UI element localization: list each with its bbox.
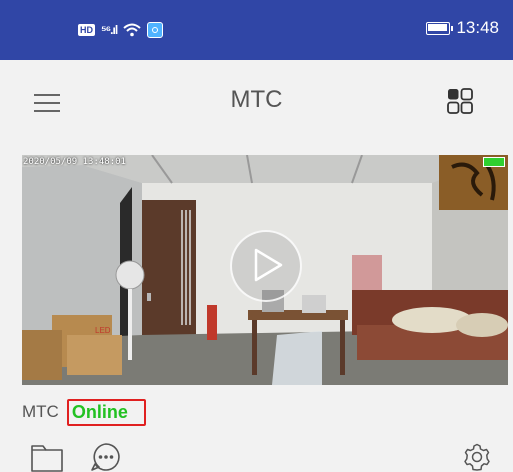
play-icon xyxy=(254,248,283,282)
wifi-icon xyxy=(123,23,141,37)
device-info-row: MTC Online xyxy=(22,398,146,426)
hd-icon: HD xyxy=(78,24,95,36)
settings-icon[interactable] xyxy=(463,443,491,471)
status-left: HD ⁵⁶.ıl xyxy=(78,22,164,38)
play-button[interactable] xyxy=(230,230,302,302)
signal-strength-icon xyxy=(483,157,505,167)
app-notification-icon xyxy=(147,22,164,38)
folder-icon[interactable] xyxy=(30,444,64,472)
camera-preview[interactable]: LED 2020/05/09 13:48:01 xyxy=(22,155,508,385)
battery-icon xyxy=(426,21,454,35)
status-highlight-box: Online xyxy=(66,398,146,426)
status-right: 13:48 xyxy=(426,18,499,38)
box-label: LED xyxy=(95,326,111,335)
clock: 13:48 xyxy=(456,18,499,37)
grid-view-icon[interactable] xyxy=(447,88,473,114)
app-bar: MTC xyxy=(0,60,513,142)
device-actions xyxy=(0,440,513,472)
status-bar: HD ⁵⁶.ıl 13:48 xyxy=(0,0,513,60)
signal-icon: ⁵⁶.ıl xyxy=(101,23,118,37)
video-timestamp: 2020/05/09 13:48:01 xyxy=(23,157,126,167)
device-name: MTC xyxy=(22,402,59,421)
page-title: MTC xyxy=(230,86,283,113)
message-icon[interactable] xyxy=(90,442,122,472)
device-status: Online xyxy=(71,401,128,422)
